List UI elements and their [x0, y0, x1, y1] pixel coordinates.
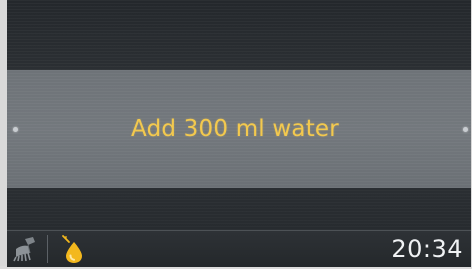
nav-left-indicator[interactable]	[13, 127, 18, 132]
device-bezel: Add 300 ml water 20:34	[0, 0, 472, 267]
lower-band	[7, 188, 471, 230]
instruction-message: Add 300 ml water	[131, 116, 339, 142]
nav-right-indicator[interactable]	[463, 127, 468, 132]
message-panel: Add 300 ml water	[7, 70, 471, 188]
top-band	[7, 0, 471, 70]
display-screen: Add 300 ml water 20:34	[7, 0, 471, 267]
status-bar: 20:34	[7, 230, 471, 267]
oil-drop-icon[interactable]	[57, 234, 85, 264]
brush-cleaning-icon[interactable]	[11, 235, 41, 263]
clock-display: 20:34	[391, 235, 463, 263]
status-divider	[47, 235, 48, 263]
